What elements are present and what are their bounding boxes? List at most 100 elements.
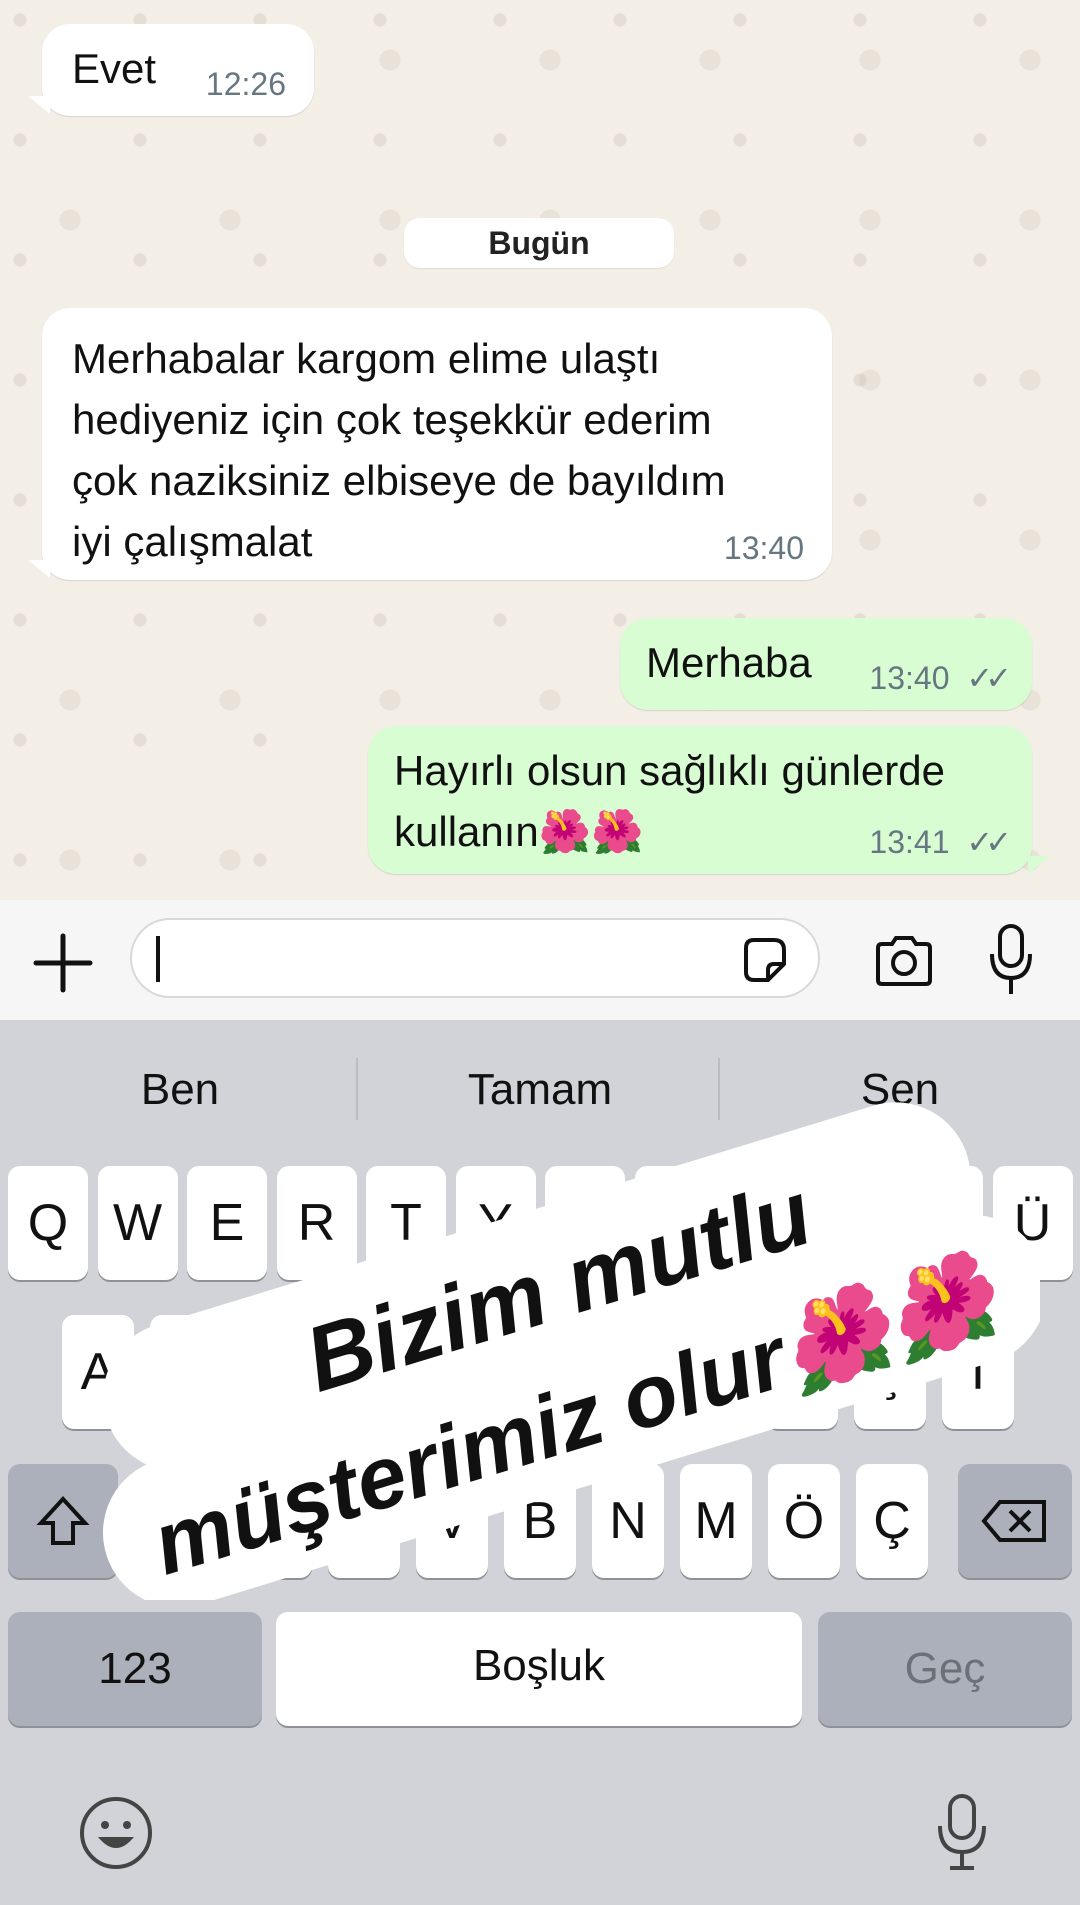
outgoing-message[interactable]: Merhaba 13:40 ✓✓ bbox=[620, 618, 1032, 710]
outgoing-message[interactable]: Hayırlı olsun sağlıklı günlerde kullanın… bbox=[368, 726, 1032, 874]
emoji-icon[interactable] bbox=[78, 1795, 154, 1871]
key-label: Y bbox=[478, 1194, 513, 1252]
key-label: S bbox=[168, 1343, 204, 1401]
go-key[interactable]: Geç bbox=[818, 1612, 1072, 1726]
key-label: H bbox=[519, 1343, 557, 1401]
message-line: Merhabalar kargom elime ulaştı bbox=[72, 335, 661, 382]
key-label: X bbox=[258, 1492, 294, 1550]
message-input[interactable] bbox=[130, 918, 820, 998]
message-time: 13:41 bbox=[869, 824, 950, 860]
read-receipt-icon: ✓✓ bbox=[966, 824, 1012, 860]
key-label: Q bbox=[27, 1194, 69, 1252]
key-d[interactable]: D bbox=[238, 1315, 310, 1429]
key-t[interactable]: T bbox=[366, 1166, 446, 1280]
key-b[interactable]: B bbox=[504, 1464, 576, 1578]
key-label: M bbox=[694, 1492, 738, 1550]
key-label: B bbox=[522, 1492, 558, 1550]
key-g[interactable]: G bbox=[414, 1315, 486, 1429]
key-ç[interactable]: Ç bbox=[856, 1464, 928, 1578]
key-label: Z bbox=[172, 1492, 204, 1550]
key-e[interactable]: E bbox=[187, 1166, 267, 1280]
message-time: 13:40 bbox=[869, 660, 950, 696]
key-z[interactable]: Z bbox=[152, 1464, 224, 1578]
key-label: R bbox=[297, 1194, 336, 1252]
key-i̇[interactable]: İ bbox=[942, 1315, 1014, 1429]
microphone-icon[interactable] bbox=[986, 922, 1036, 998]
key-label: C bbox=[345, 1492, 383, 1550]
suggestion-3[interactable]: Sen bbox=[760, 1060, 1040, 1120]
key-ü[interactable]: Ü bbox=[992, 1166, 1073, 1280]
key-h[interactable]: H bbox=[502, 1315, 574, 1429]
key-ö[interactable]: Ö bbox=[768, 1464, 840, 1578]
key-label: P bbox=[836, 1194, 871, 1252]
key-y[interactable]: Y bbox=[455, 1166, 536, 1280]
key-w[interactable]: W bbox=[97, 1166, 178, 1280]
key-label: L bbox=[787, 1343, 817, 1401]
key-i[interactable]: I bbox=[634, 1166, 715, 1280]
key-label: Ğ bbox=[922, 1194, 964, 1252]
key-label: G bbox=[429, 1343, 471, 1401]
message-meta: 13:40 ✓✓ bbox=[869, 658, 1012, 698]
key-c[interactable]: C bbox=[328, 1464, 400, 1578]
message-meta: 13:41 ✓✓ bbox=[869, 822, 1012, 862]
key-label: N bbox=[609, 1492, 647, 1550]
message-line: kullanın🌺🌺 bbox=[394, 808, 644, 855]
key-label: D bbox=[255, 1343, 293, 1401]
numbers-key[interactable]: 123 bbox=[8, 1612, 262, 1726]
key-label: V bbox=[434, 1492, 470, 1550]
key-m[interactable]: M bbox=[680, 1464, 752, 1578]
message-line: çok naziksiniz elbiseye de bayıldım bbox=[72, 457, 726, 504]
bubble-tail bbox=[28, 96, 50, 114]
numbers-key-label: 123 bbox=[98, 1644, 172, 1693]
shift-icon bbox=[36, 1496, 90, 1545]
key-label: O bbox=[743, 1194, 785, 1252]
suggestion-divider bbox=[356, 1058, 358, 1120]
key-v[interactable]: V bbox=[416, 1464, 488, 1578]
key-x[interactable]: X bbox=[240, 1464, 312, 1578]
incoming-message[interactable]: Merhabalar kargom elime ulaştı hediyeniz… bbox=[42, 308, 832, 580]
sticker-icon[interactable] bbox=[738, 934, 790, 986]
suggestion-2[interactable]: Tamam bbox=[400, 1060, 680, 1120]
key-s[interactable]: S bbox=[150, 1315, 222, 1429]
key-o[interactable]: O bbox=[724, 1166, 804, 1280]
text-cursor bbox=[156, 936, 160, 982]
camera-icon[interactable] bbox=[872, 932, 936, 988]
key-label: K bbox=[696, 1343, 732, 1401]
message-text: Evet bbox=[72, 45, 157, 92]
key-q[interactable]: Q bbox=[8, 1166, 88, 1280]
key-r[interactable]: R bbox=[276, 1166, 357, 1280]
key-j[interactable]: J bbox=[590, 1315, 662, 1429]
suggestion-1[interactable]: Ben bbox=[40, 1060, 320, 1120]
keyboard bbox=[0, 1020, 1080, 1905]
key-label: T bbox=[390, 1194, 422, 1252]
backspace-key[interactable] bbox=[958, 1464, 1072, 1578]
key-ğ[interactable]: Ğ bbox=[903, 1166, 983, 1280]
key-label: I bbox=[667, 1194, 682, 1252]
key-p[interactable]: P bbox=[813, 1166, 894, 1280]
message-time: 13:40 bbox=[723, 530, 804, 566]
key-ş[interactable]: Ş bbox=[854, 1315, 926, 1429]
message-line: Hayırlı olsun sağlıklı günlerde bbox=[394, 747, 945, 794]
key-label: Ş bbox=[872, 1343, 908, 1401]
read-receipt-icon: ✓✓ bbox=[966, 660, 1012, 696]
key-n[interactable]: N bbox=[592, 1464, 664, 1578]
key-k[interactable]: K bbox=[678, 1315, 750, 1429]
message-time: 12:26 bbox=[205, 66, 286, 102]
key-u[interactable]: U bbox=[545, 1166, 625, 1280]
incoming-message[interactable]: Evet 12:26 bbox=[42, 24, 314, 116]
key-f[interactable]: F bbox=[326, 1315, 398, 1429]
space-key[interactable]: Boşluk bbox=[276, 1612, 802, 1726]
key-l[interactable]: L bbox=[766, 1315, 838, 1429]
key-a[interactable]: A bbox=[62, 1315, 134, 1429]
plus-icon[interactable] bbox=[30, 930, 96, 996]
key-label: A bbox=[80, 1343, 116, 1401]
message-line: hediyeniz için çok teşekkür ederim bbox=[72, 396, 712, 443]
shift-key[interactable] bbox=[8, 1464, 118, 1578]
date-divider: Bugün bbox=[404, 218, 674, 268]
bubble-tail bbox=[1028, 856, 1050, 874]
dictation-icon[interactable] bbox=[934, 1792, 990, 1872]
key-label: Ü bbox=[1013, 1194, 1052, 1252]
key-label: W bbox=[112, 1194, 163, 1252]
space-key-label: Boşluk bbox=[472, 1641, 606, 1690]
key-label: U bbox=[566, 1194, 604, 1252]
